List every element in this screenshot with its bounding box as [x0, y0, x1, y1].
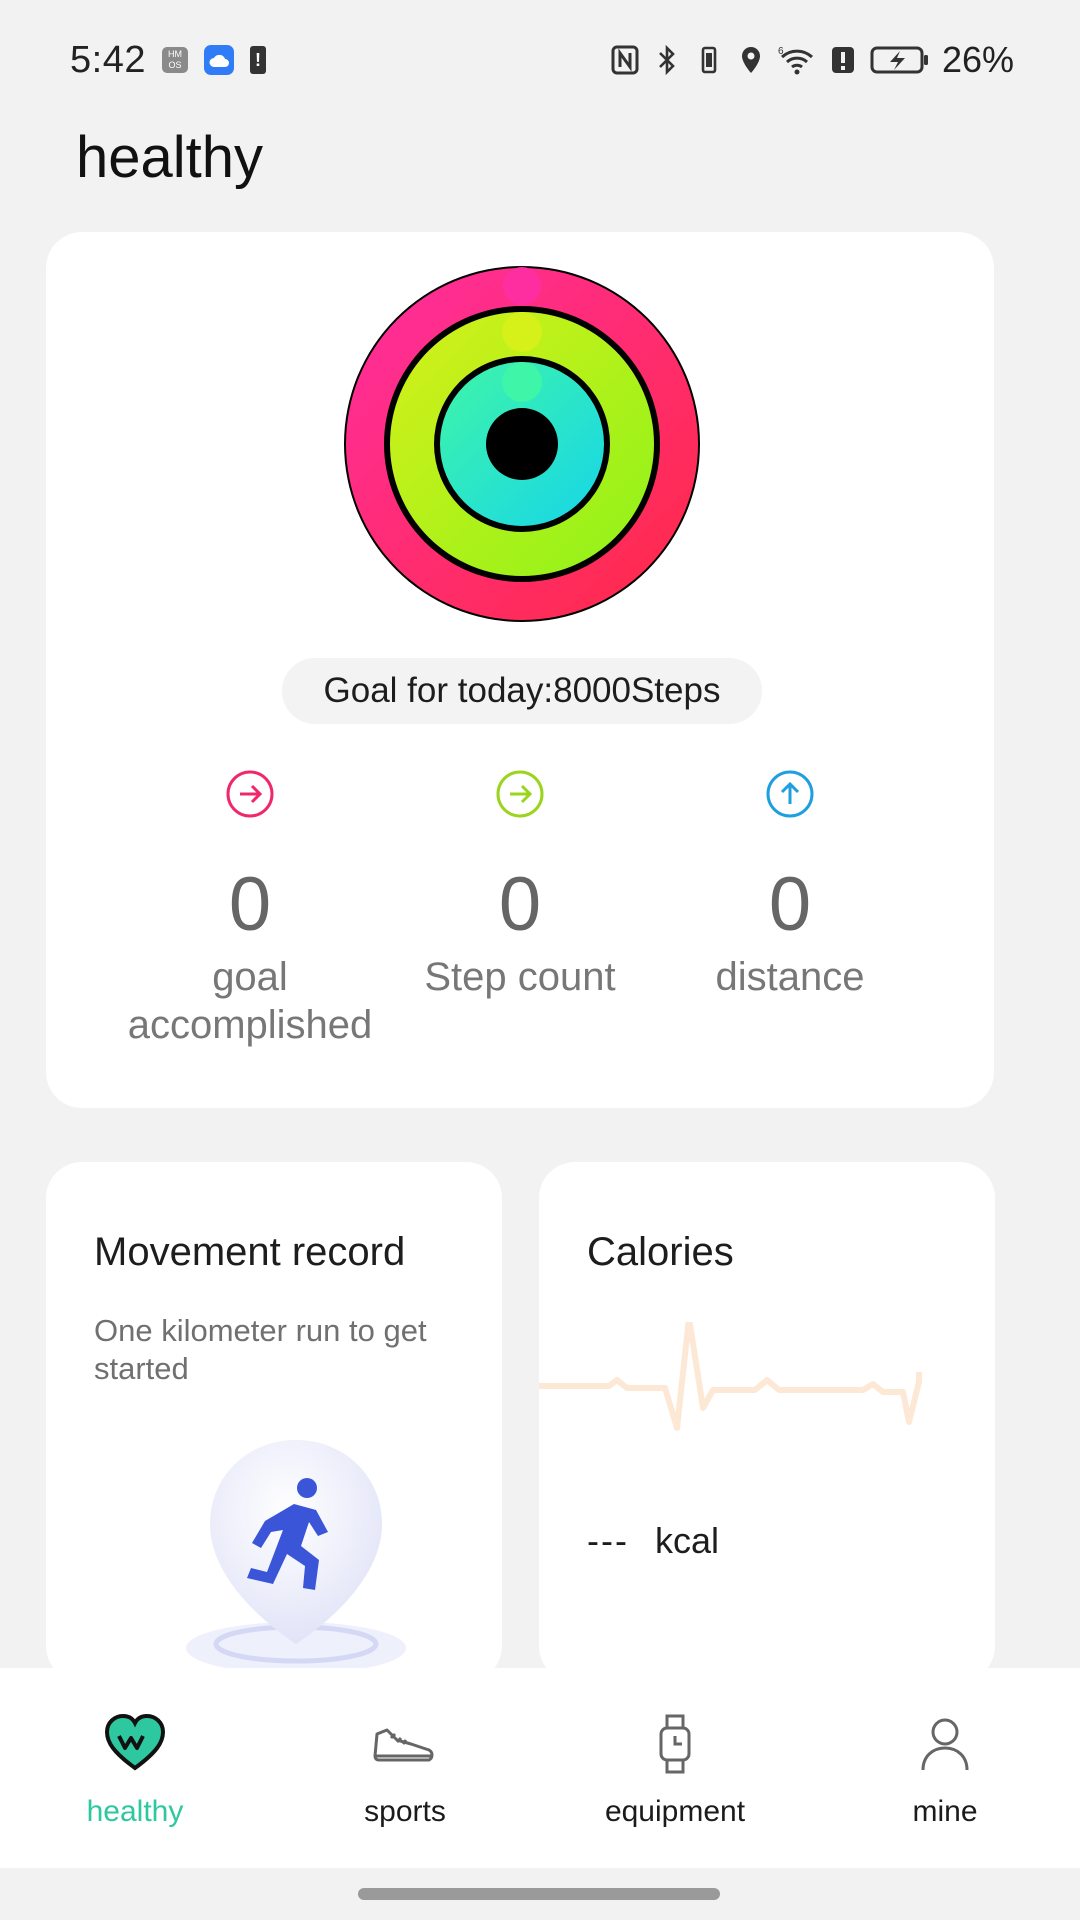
movement-record-description: One kilometer run to get started [94, 1313, 427, 1386]
watch-icon [659, 1714, 691, 1774]
stat-distance: 0 distance [632, 768, 948, 1001]
stat-step-count: 0 Step count [362, 768, 678, 1001]
cloud-icon [203, 45, 234, 75]
status-bar: 5:42 HM OS ! 6 26% [0, 0, 1080, 120]
home-gesture-bar[interactable] [358, 1888, 720, 1900]
svg-text:6: 6 [778, 46, 784, 57]
bluetooth-icon [652, 43, 682, 77]
goal-accomplished-label-line2: accomplished [127, 1003, 373, 1047]
vibrate-icon [694, 43, 724, 77]
nav-label-healthy: healthy [86, 1795, 184, 1828]
status-bar-right: 6 26% [610, 39, 1014, 81]
calories-title: Calories [587, 1230, 734, 1274]
nav-item-mine[interactable]: mine [810, 1668, 1080, 1868]
battery-percent: 26% [941, 39, 1014, 80]
activity-rings [344, 266, 700, 622]
nfc-icon [610, 43, 640, 77]
status-time: 5:42 [70, 38, 146, 81]
movement-record-title: Movement record [94, 1230, 406, 1274]
person-icon [921, 1718, 969, 1771]
stat-goal-accomplished: 0 goal accomplished [92, 768, 408, 1049]
step-count-value: 0 [498, 862, 542, 947]
nav-item-sports[interactable]: sports [270, 1668, 540, 1868]
arrow-up-circle-icon [766, 770, 814, 818]
calories-card[interactable]: Calories --- kcal [539, 1162, 995, 1682]
arrow-right-circle-icon [496, 770, 544, 818]
daily-goal-pill: Goal for today:8000Steps [282, 658, 762, 724]
bottom-navigation: healthy sports equipment mine [0, 1668, 1080, 1868]
nav-item-healthy[interactable]: healthy [0, 1668, 270, 1868]
heartbeat-line [539, 1322, 922, 1431]
calories-amount: --- [587, 1520, 629, 1561]
nav-label-mine: mine [912, 1795, 978, 1828]
status-bar-left: 5:42 HM OS ! [70, 39, 266, 82]
battery-charging-icon [870, 43, 930, 77]
movement-record-card[interactable]: Movement record One kilometer run to get… [46, 1162, 502, 1682]
nav-label-sports: sports [364, 1795, 446, 1828]
arrow-right-circle-icon [226, 770, 274, 818]
activity-summary-card[interactable]: Goal for today:8000Steps 0 goal accompli… [46, 232, 994, 1108]
calories-value: --- kcal [587, 1520, 719, 1562]
goal-accomplished-label-line1: goal [212, 955, 288, 999]
sneaker-icon [373, 1728, 434, 1762]
step-count-label: Step count [424, 955, 616, 999]
hmos-icon: HM OS [161, 47, 188, 73]
goal-accomplished-value: 0 [228, 862, 272, 947]
location-icon [736, 43, 766, 77]
alert-icon [828, 43, 858, 77]
heart-icon [104, 1713, 166, 1771]
nav-item-equipment[interactable]: equipment [540, 1668, 810, 1868]
wifi-6-icon: 6 [778, 43, 816, 77]
page-title: healthy [76, 125, 264, 190]
running-person-icon [186, 1440, 406, 1674]
distance-value: 0 [768, 862, 812, 947]
nav-label-equipment: equipment [604, 1795, 746, 1828]
battery-alert-icon: ! [249, 46, 266, 74]
calories-unit: kcal [654, 1520, 719, 1561]
distance-label: distance [715, 955, 865, 999]
